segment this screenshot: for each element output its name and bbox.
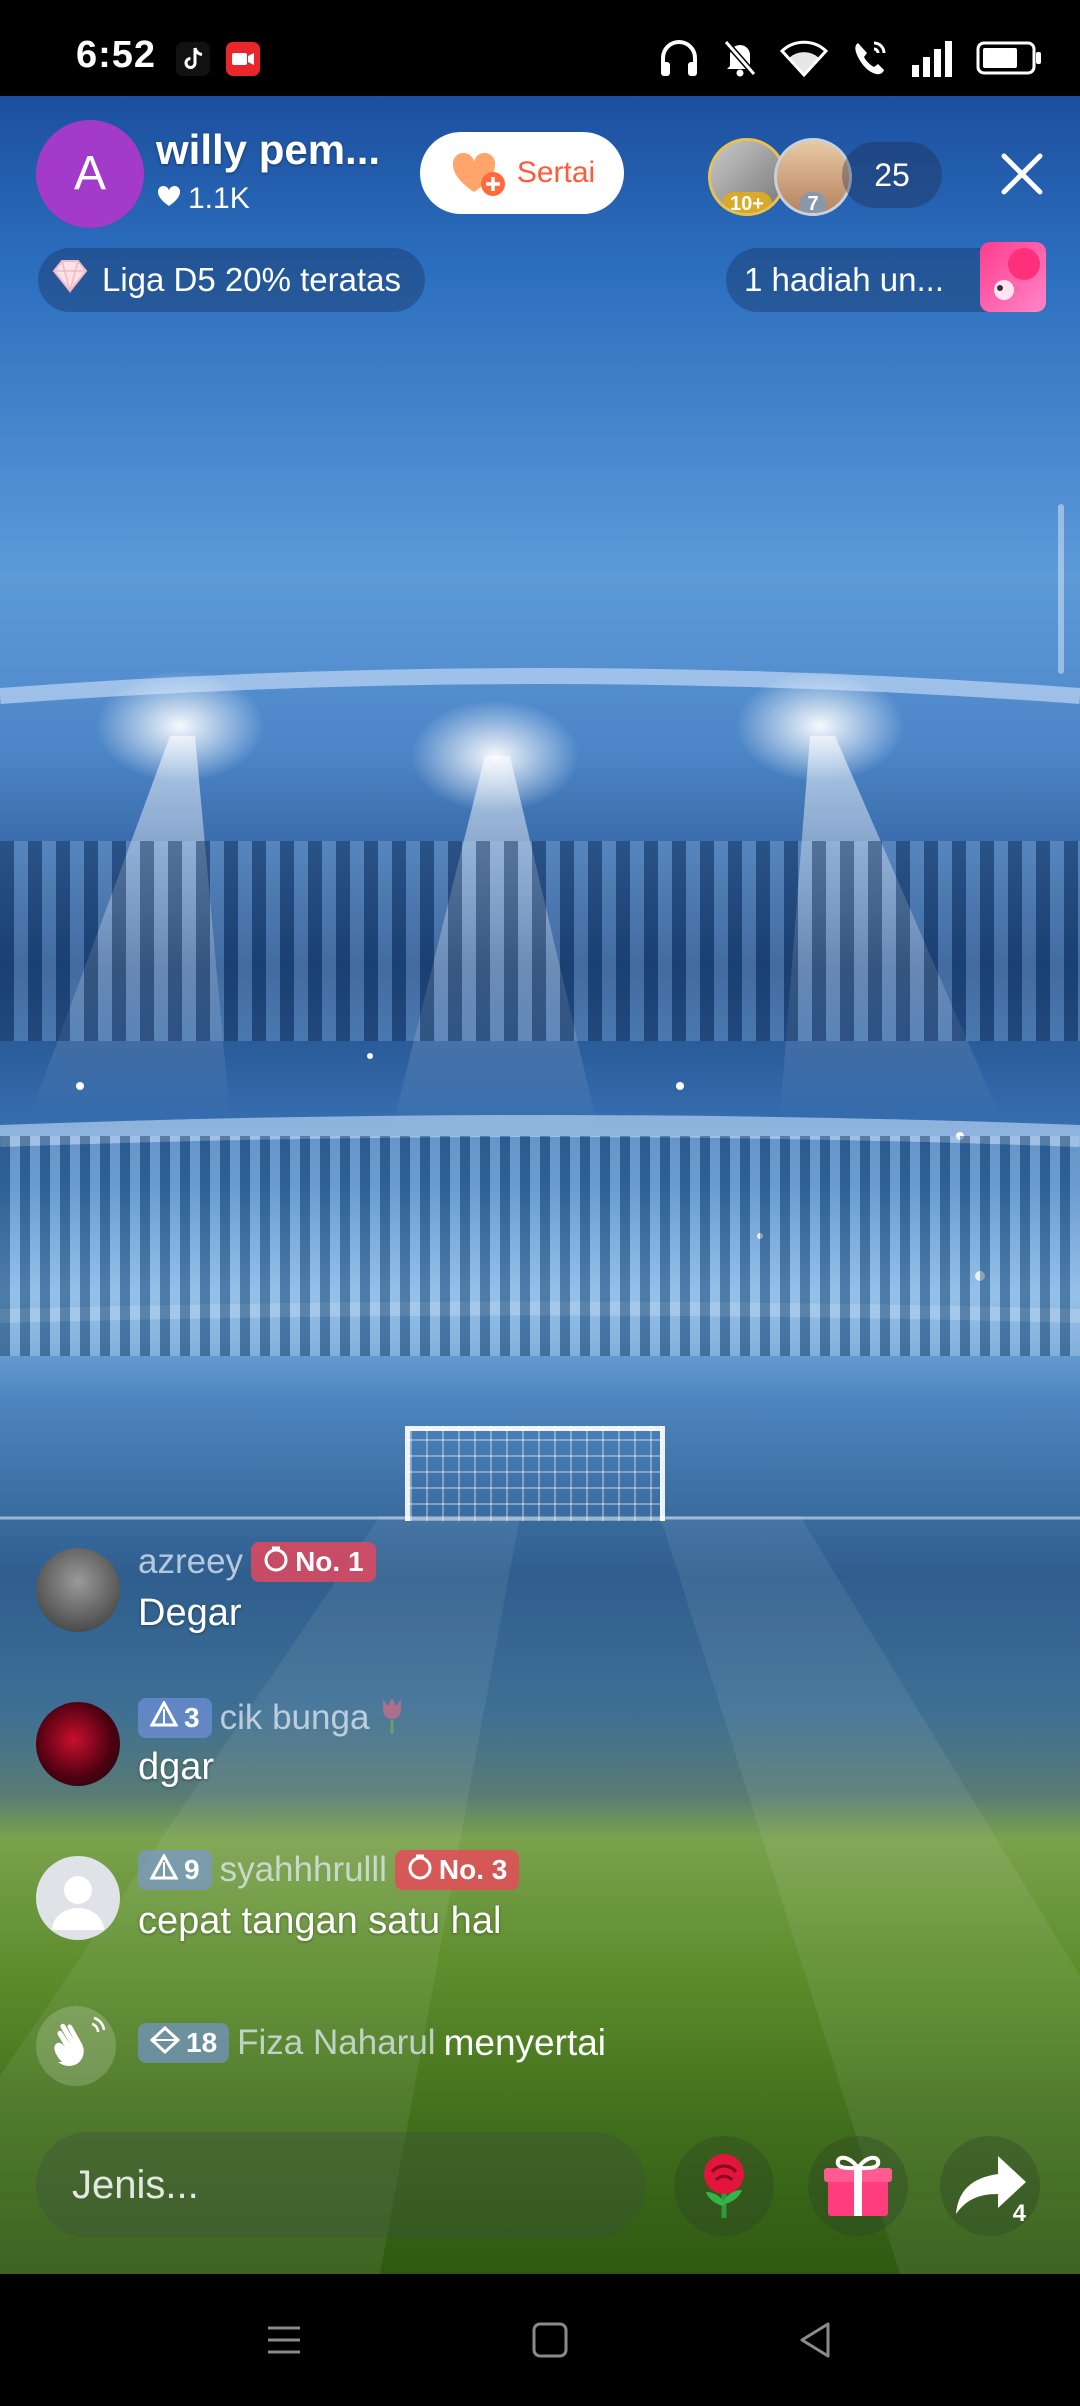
rose-gift-button[interactable] (674, 2136, 774, 2236)
join-event-item[interactable]: 18 Fiza Naharul menyertai (36, 2006, 1036, 2088)
level-triangle-icon (149, 1699, 179, 1734)
comment-username[interactable]: cik bunga (220, 1698, 370, 1738)
goal-net (405, 1426, 665, 1521)
scroll-indicator (1058, 504, 1064, 674)
close-icon[interactable] (990, 142, 1054, 206)
comment-item[interactable]: 3 cik bunga dgar (36, 1696, 1036, 1806)
level-diamond-icon (149, 2025, 181, 2061)
top-viewer-avatar-2[interactable]: 7 (774, 138, 852, 216)
host-avatar[interactable]: A (36, 120, 144, 228)
comment-username[interactable]: azreey (138, 1542, 243, 1582)
stadium-stands-lower (0, 1136, 1080, 1356)
comment-username[interactable]: syahhhrulll (220, 1850, 387, 1890)
follow-label: Sertai (516, 156, 596, 189)
wifi-call-icon (850, 39, 888, 82)
commenter-avatar[interactable] (36, 1702, 120, 1786)
signal-icon (910, 39, 954, 82)
stadium-stands-upper (0, 841, 1080, 1041)
join-username[interactable]: Fiza Naharul (237, 2023, 435, 2063)
battery-icon (976, 40, 1042, 81)
comment-item[interactable]: 9 syahhhrulll No. 3 cepat tangan satu ha… (36, 1850, 1036, 1960)
level-triangle-icon (149, 1852, 179, 1887)
commenter-avatar[interactable] (36, 1548, 120, 1632)
gift-goal-label: 1 hadiah un... (744, 261, 944, 298)
tiktok-notification-icon (176, 42, 210, 76)
video-notification-icon (226, 42, 260, 76)
menu-icon[interactable] (264, 2320, 304, 2365)
share-button[interactable]: 4 (940, 2136, 1040, 2236)
level-badge: 3 (138, 1697, 212, 1738)
comment-input[interactable]: Jenis... (36, 2132, 646, 2238)
host-name[interactable]: willy pem... (156, 126, 380, 174)
rank-label: No. 3 (438, 1854, 508, 1885)
comment-header: 9 syahhhrulll No. 3 (138, 1850, 520, 1890)
gift-goal-pill[interactable]: 1 hadiah un... (726, 242, 1046, 312)
ranking-icon (263, 1546, 289, 1579)
headphones-icon (658, 38, 700, 83)
level-number: 18 (186, 2027, 218, 2058)
viewer-rank-badge: 7 (799, 192, 827, 213)
gift-box-icon (824, 2155, 892, 2216)
league-rank-pill[interactable]: Liga D5 20% teratas (38, 248, 426, 312)
home-icon[interactable] (530, 2320, 570, 2365)
comment-message: dgar (138, 1746, 215, 1788)
tulip-icon (377, 1696, 407, 1739)
wifi-icon (779, 39, 829, 82)
comment-item[interactable]: azreey No. 1 Degar (36, 1542, 1036, 1652)
status-time: 6:52 (76, 34, 157, 76)
system-navigation-bar (0, 2274, 1080, 2406)
rank-label: No. 1 (295, 1546, 364, 1577)
bell-muted-icon (722, 38, 758, 83)
viewer-count[interactable]: 25 (842, 142, 942, 208)
diamond-icon (50, 259, 90, 301)
rose-icon (704, 2154, 744, 2218)
gift-thumbnail (980, 242, 1046, 312)
join-event-text: 18 Fiza Naharul menyertai (138, 2022, 606, 2064)
join-action: menyertai (443, 2022, 607, 2063)
back-icon[interactable] (796, 2320, 836, 2365)
host-likes: 1.1K (156, 182, 250, 216)
commenter-avatar[interactable] (36, 1856, 120, 1940)
rank-badge: No. 3 (394, 1850, 520, 1890)
comment-header: azreey No. 1 (138, 1542, 376, 1582)
comment-header: 3 cik bunga (138, 1696, 407, 1739)
rank-badge: No. 1 (251, 1542, 376, 1582)
viewer-rank-badge: 10+ (722, 192, 772, 213)
league-label: Liga D5 20% teratas (102, 261, 402, 298)
follow-button[interactable]: Sertai (420, 132, 624, 214)
heart-plus-icon (449, 148, 507, 198)
share-count: 4 (1012, 2200, 1026, 2227)
wave-icon (36, 2006, 116, 2086)
gift-button[interactable] (808, 2136, 908, 2236)
level-number: 9 (184, 1854, 200, 1885)
comment-message: cepat tangan satu hal (138, 1900, 502, 1942)
host-likes-count: 1.1K (188, 182, 250, 215)
heart-icon (156, 182, 182, 216)
status-bar: 6:52 (0, 0, 1080, 96)
level-number: 3 (184, 1701, 200, 1733)
level-badge: 18 (138, 2023, 230, 2063)
ranking-icon (407, 1854, 433, 1887)
level-badge: 9 (138, 1850, 212, 1890)
comment-message: Degar (138, 1592, 242, 1634)
